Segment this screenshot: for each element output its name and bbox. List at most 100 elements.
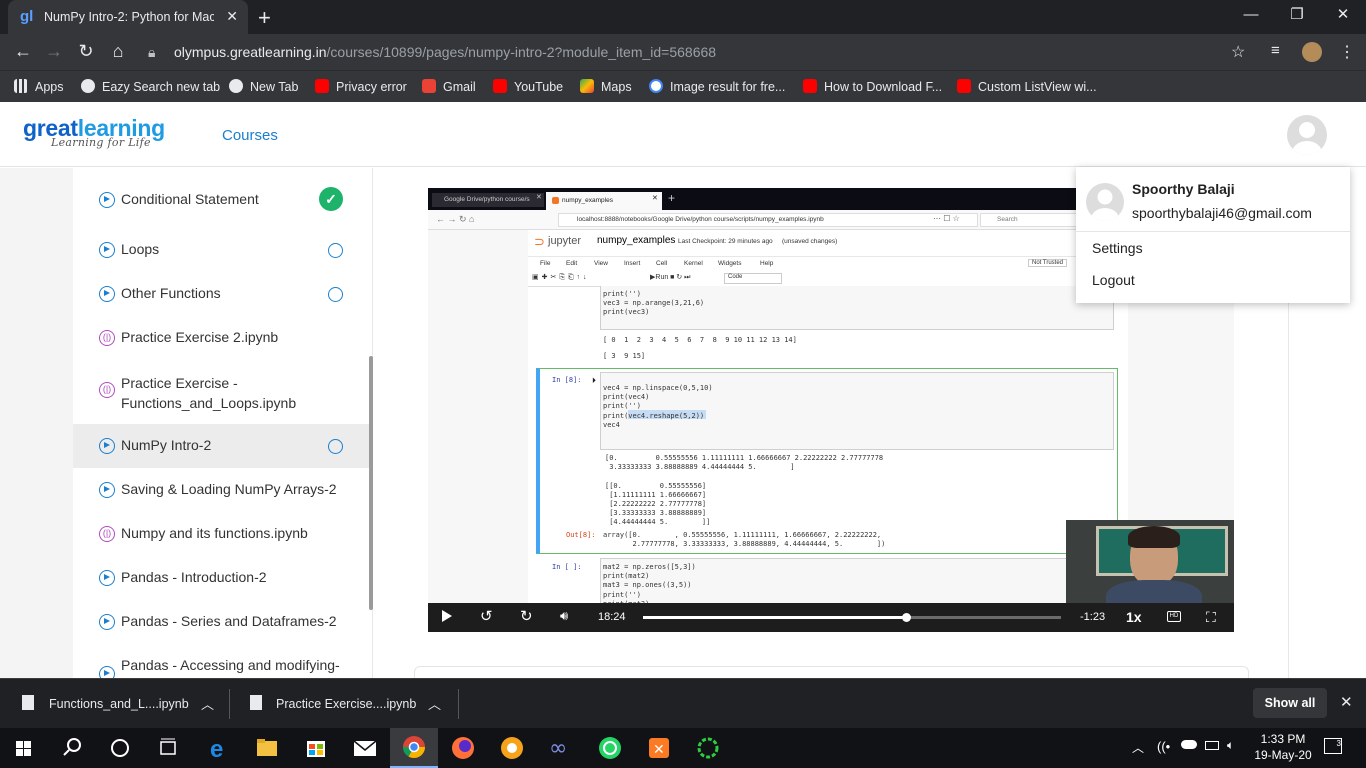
sidebar-item-loops[interactable]: Loops <box>73 232 369 268</box>
close-downloads-icon[interactable]: ✕ <box>1340 693 1353 711</box>
sidebar-item-numpy-intro-2[interactable]: NumPy Intro-2 <box>73 424 369 468</box>
bookmark-star-icon[interactable]: ☆ <box>1231 42 1245 62</box>
bookmark-image-result[interactable]: Image result for fre... <box>649 79 785 94</box>
settings-link[interactable]: Settings <box>1092 240 1143 256</box>
whatsapp-icon[interactable] <box>586 728 634 768</box>
sidebar-item-saving-loading-numpy[interactable]: Saving & Loading NumPy Arrays-2 <box>73 472 369 508</box>
windows-start-icon[interactable] <box>0 728 48 768</box>
svg-text:✕: ✕ <box>653 741 665 757</box>
video-controls: ↺ ↻ 🔊︎ 18:24 -1:23 1x HD ⛶ <box>428 603 1234 632</box>
bookmark-eazy-search[interactable]: Eazy Search new tab <box>81 79 220 94</box>
edge-icon[interactable]: e <box>194 728 242 768</box>
play-icon[interactable] <box>442 610 452 622</box>
file-explorer-icon[interactable] <box>243 728 291 768</box>
dropdown-avatar <box>1086 183 1124 221</box>
volume-icon[interactable]: 🔊︎ <box>560 608 568 624</box>
minimize-icon[interactable]: — <box>1228 0 1274 32</box>
sidebar-item-pandas-series[interactable]: Pandas - Series and Dataframes-2 <box>73 604 369 640</box>
bookmark-new-tab[interactable]: New Tab <box>229 79 298 94</box>
progress-handle[interactable] <box>902 613 912 622</box>
url-host: olympus.greatlearning.in <box>174 44 327 60</box>
bookmark-apps[interactable]: Apps <box>14 79 64 94</box>
output-out8: array([0. , 0.55555556, 1.11111111, 1.66… <box>603 531 886 549</box>
sidebar-item-pandas-introduction[interactable]: Pandas - Introduction-2 <box>73 560 369 596</box>
sidebar-item-other-functions[interactable]: Other Functions <box>73 276 369 312</box>
sidebar-item-conditional-statement[interactable]: Conditional Statement ✓ <box>73 182 369 218</box>
chevron-up-icon[interactable]: ︿ <box>428 694 441 713</box>
youtube-icon <box>957 79 971 93</box>
bookmark-custom-listview[interactable]: Custom ListView wi... <box>957 79 1097 94</box>
close-window-icon[interactable]: ✕ <box>1320 0 1366 32</box>
download-item[interactable]: Practice Exercise....ipynb ︿ <box>230 679 458 729</box>
sidebar-item-practice-exercise-functions[interactable]: (|) Practice Exercise - Functions_and_Lo… <box>73 364 369 416</box>
play-icon <box>99 438 115 454</box>
current-time: 18:24 <box>598 611 626 623</box>
tab-close-icon[interactable]: ✕ <box>226 8 238 25</box>
bookmark-privacy-error[interactable]: Privacy error <box>315 79 407 94</box>
apps-grid-icon <box>14 79 28 93</box>
bookmark-youtube[interactable]: YouTube <box>493 79 563 94</box>
forward-icon[interactable]: → <box>43 41 65 62</box>
user-avatar[interactable] <box>1287 115 1327 155</box>
user-email: spoorthybalaji46@gmail.com <box>1132 205 1312 221</box>
mail-icon[interactable] <box>341 728 389 768</box>
rewind-icon[interactable]: ↺ <box>480 607 493 625</box>
bookmark-gmail[interactable]: Gmail <box>422 79 476 94</box>
logout-link[interactable]: Logout <box>1092 272 1135 288</box>
task-view-icon[interactable] <box>144 728 192 768</box>
youtube-icon <box>493 79 507 93</box>
chrome-menu-icon[interactable]: ⋮ <box>1339 42 1355 62</box>
content-card <box>414 666 1249 678</box>
progress-track[interactable] <box>643 616 1061 619</box>
back-icon[interactable]: ← <box>12 41 34 62</box>
speed-button[interactable]: 1x <box>1126 609 1142 625</box>
restore-icon[interactable]: ❐ <box>1274 0 1320 32</box>
notebook-icon: (|) <box>99 382 115 398</box>
play-icon <box>99 242 115 258</box>
forward-skip-icon[interactable]: ↻ <box>520 607 533 625</box>
play-icon <box>99 286 115 302</box>
new-tab-icon[interactable]: + <box>258 5 271 31</box>
nav-courses-link[interactable]: Courses <box>222 127 278 144</box>
store-icon[interactable] <box>292 728 340 768</box>
battery-icon[interactable] <box>1205 741 1219 750</box>
bookmark-how-to-download[interactable]: How to Download F... <box>803 79 942 94</box>
brave-icon[interactable] <box>488 728 536 768</box>
media-queue-icon[interactable]: ≡ <box>1271 42 1280 59</box>
onedrive-icon[interactable] <box>1181 740 1197 749</box>
sidebar-item-pandas-accessing[interactable]: Pandas - Accessing and modifying- <box>73 648 369 678</box>
fullscreen-icon[interactable]: ⛶ <box>1206 609 1216 626</box>
xampp-icon[interactable]: ✕ <box>635 728 683 768</box>
tray-chevron-icon[interactable]: ︿ <box>1132 739 1144 756</box>
home-icon[interactable]: ⌂ <box>107 41 129 62</box>
show-all-button[interactable]: Show all <box>1253 688 1327 718</box>
sidebar-item-practice-exercise-2[interactable]: (|) Practice Exercise 2.ipynb <box>73 320 369 356</box>
incomplete-circle-icon <box>328 439 343 454</box>
download-item[interactable]: Functions_and_L....ipynb ︿ <box>0 679 228 729</box>
code-cell-top: print('') vec3 = np.arange(3,21,6) print… <box>603 290 705 317</box>
cortana-icon[interactable] <box>96 728 144 768</box>
profile-avatar-icon[interactable] <box>1302 42 1322 62</box>
user-name: Spoorthy Balaji <box>1132 181 1235 197</box>
chevron-up-icon[interactable]: ︿ <box>201 694 214 713</box>
jupyter-notebook: ⊃ jupyter numpy_examples Last Checkpoint… <box>528 230 1128 617</box>
gmail-icon <box>422 79 436 93</box>
address-bar[interactable]: 🔒︎ olympus.greatlearning.in/courses/1089… <box>140 40 1260 64</box>
chrome-icon[interactable] <box>390 728 438 768</box>
browser-tab[interactable]: gl NumPy Intro-2: Python for Machine ✕ <box>8 0 248 34</box>
green-circle-app-icon[interactable] <box>684 728 732 768</box>
wifi-icon[interactable]: ((• <box>1157 739 1170 754</box>
taskbar-clock[interactable]: 1:33 PM 19-May-20 <box>1250 731 1316 763</box>
remaining-time: -1:23 <box>1080 611 1106 623</box>
reload-icon[interactable]: ↻ <box>75 41 97 62</box>
infinity-app-icon[interactable]: ∞ <box>537 728 585 768</box>
search-icon[interactable] <box>48 728 96 768</box>
sidebar-item-numpy-functions[interactable]: (|) Numpy and its functions.ipynb <box>73 516 369 552</box>
firefox-icon[interactable] <box>439 728 487 768</box>
captions-icon[interactable]: HD <box>1167 611 1181 622</box>
bookmark-maps[interactable]: Maps <box>580 79 632 94</box>
globe-icon <box>81 79 95 93</box>
action-center-icon[interactable]: 3 <box>1324 738 1342 754</box>
speaker-icon[interactable]: 🔈︎ <box>1227 738 1234 753</box>
file-icon <box>22 695 34 710</box>
